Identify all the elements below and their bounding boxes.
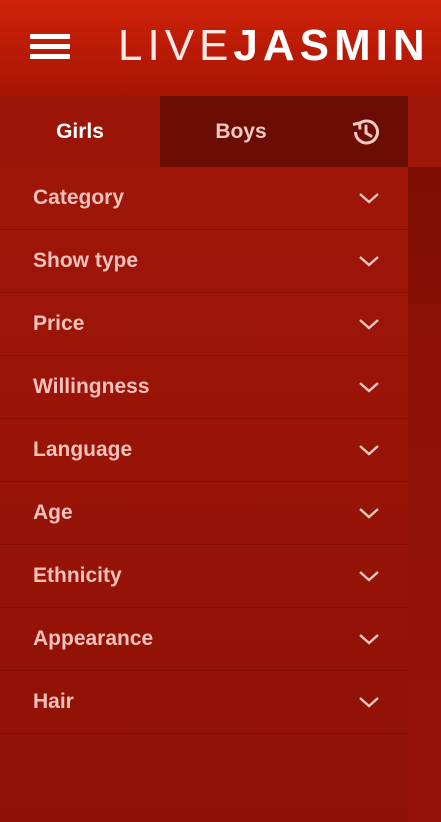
filter-language[interactable]: Language — [0, 419, 408, 482]
filter-willingness[interactable]: Willingness — [0, 356, 408, 419]
logo-text-jasmin: JASMIN — [233, 21, 430, 70]
chevron-down-icon — [359, 571, 379, 582]
filter-sidebar: Category Show type Price Willingness Lan… — [0, 167, 408, 822]
filter-show-type[interactable]: Show type — [0, 230, 408, 293]
tab-girls-label: Girls — [56, 119, 104, 143]
chevron-down-icon — [359, 382, 379, 393]
content-overlay-edge-top — [408, 96, 441, 167]
filter-label: Ethnicity — [33, 564, 122, 587]
filter-label: Appearance — [33, 627, 154, 650]
logo-text-live: LIVE — [118, 21, 234, 70]
logo[interactable]: LIVEJASMIN — [118, 24, 430, 68]
chevron-down-icon — [359, 445, 379, 456]
chevron-down-icon — [359, 193, 379, 204]
filter-label: Age — [33, 501, 73, 524]
tab-girls[interactable]: Girls — [0, 96, 160, 167]
filter-price[interactable]: Price — [0, 293, 408, 356]
filter-label: Willingness — [33, 375, 150, 398]
history-button[interactable] — [322, 96, 408, 167]
app-header: LIVEJASMIN — [0, 0, 441, 96]
gender-tabs: Girls Boys — [0, 96, 408, 167]
filter-label: Show type — [33, 249, 139, 272]
filter-label: Hair — [33, 690, 74, 713]
filter-hair[interactable]: Hair — [0, 671, 408, 734]
filter-appearance[interactable]: Appearance — [0, 608, 408, 671]
chevron-down-icon — [359, 697, 379, 708]
filter-age[interactable]: Age — [0, 482, 408, 545]
chevron-down-icon — [359, 319, 379, 330]
content-overlay-edge — [408, 96, 441, 822]
tab-boys-label: Boys — [215, 119, 267, 143]
filter-ethnicity[interactable]: Ethnicity — [0, 545, 408, 608]
chevron-down-icon — [359, 256, 379, 267]
filter-label: Price — [33, 312, 85, 335]
hamburger-menu-icon[interactable] — [30, 34, 70, 60]
tab-boys[interactable]: Boys — [160, 96, 322, 167]
filter-label: Language — [33, 438, 133, 461]
history-icon — [352, 118, 379, 144]
chevron-down-icon — [359, 508, 379, 519]
chevron-down-icon — [359, 634, 379, 645]
filter-category[interactable]: Category — [0, 167, 408, 230]
filter-label: Category — [33, 186, 125, 209]
